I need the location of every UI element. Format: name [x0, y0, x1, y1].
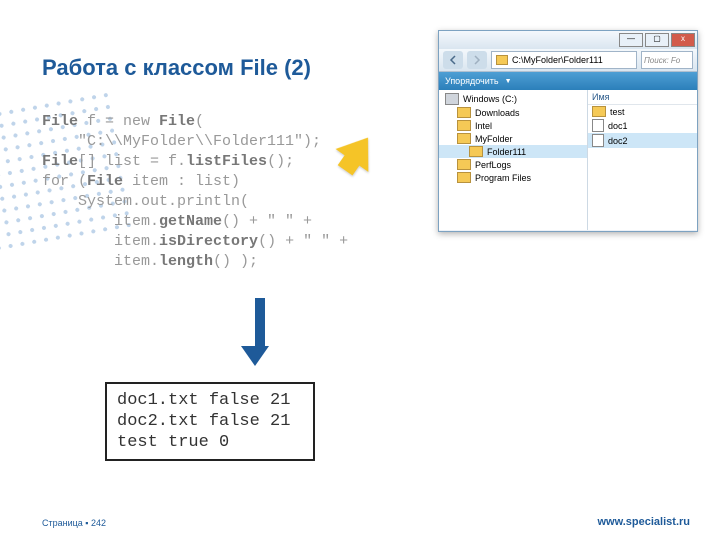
- back-arrow-icon: [448, 55, 458, 65]
- folder-icon: [457, 172, 471, 183]
- tree-item-label: MyFolder: [475, 134, 513, 144]
- code-line: File f = new File(: [42, 112, 348, 132]
- chevron-down-icon: ▼: [505, 78, 512, 85]
- tree-item-label: Downloads: [475, 108, 520, 118]
- code-line: "C:\\MyFolder\\Folder111");: [42, 132, 348, 152]
- address-bar: C:\MyFolder\Folder111 Поиск: Fo: [439, 49, 697, 72]
- folder-tree: Windows (C:) Downloads Intel MyFolder Folder…: [439, 90, 588, 230]
- file-item-label: doc1: [608, 121, 628, 131]
- forward-arrow-icon: [472, 55, 482, 65]
- down-arrow-icon: [250, 298, 269, 366]
- organize-menu[interactable]: Упорядочить: [445, 76, 499, 86]
- file-icon: [592, 119, 604, 132]
- column-header[interactable]: Имя: [588, 90, 697, 105]
- back-button[interactable]: [443, 51, 463, 69]
- site-url: www.specialist.ru: [597, 516, 690, 528]
- maximize-button[interactable]: ▢: [645, 33, 669, 47]
- file-item[interactable]: doc2: [588, 133, 697, 148]
- tree-item[interactable]: PerfLogs: [439, 158, 587, 171]
- tree-item[interactable]: Downloads: [439, 106, 587, 119]
- folder-icon: [592, 106, 606, 117]
- titlebar: — ▢ x: [439, 31, 697, 49]
- code-line: item.isDirectory() + " " +: [42, 232, 348, 252]
- page-number: Страница ▪ 242: [42, 518, 106, 528]
- file-icon: [592, 134, 604, 147]
- code-block: File f = new File( "C:\\MyFolder\\Folder…: [42, 112, 348, 272]
- tree-item-label: Program Files: [475, 173, 531, 183]
- folder-icon: [496, 55, 508, 65]
- tree-item-label: Folder111: [487, 147, 526, 157]
- tree-item[interactable]: Windows (C:): [439, 92, 587, 106]
- output-box: doc1.txt false 21 doc2.txt false 21 test…: [105, 382, 315, 461]
- folder-icon: [457, 133, 471, 144]
- folder-icon: [457, 120, 471, 131]
- tree-item[interactable]: Program Files: [439, 171, 587, 184]
- toolbar: Упорядочить ▼: [439, 72, 697, 90]
- minimize-button[interactable]: —: [619, 33, 643, 47]
- tree-item-label: Windows (C:): [463, 94, 517, 104]
- file-item-label: doc2: [608, 136, 628, 146]
- tree-item-label: PerfLogs: [475, 160, 511, 170]
- drive-icon: [445, 93, 459, 105]
- file-list: Имя test doc1 doc2: [588, 90, 697, 230]
- forward-button[interactable]: [467, 51, 487, 69]
- file-item-label: test: [610, 107, 625, 117]
- folder-icon: [457, 107, 471, 118]
- slide-title: Работа с классом File (2): [42, 55, 311, 81]
- code-line: System.out.println(: [42, 192, 348, 212]
- search-field[interactable]: Поиск: Fo: [641, 51, 693, 69]
- tree-item[interactable]: Folder111: [439, 145, 587, 158]
- close-button[interactable]: x: [671, 33, 695, 47]
- code-line: File[] list = f.listFiles();: [42, 152, 348, 172]
- file-item[interactable]: doc1: [588, 118, 697, 133]
- folder-icon: [457, 159, 471, 170]
- code-line: item.length() );: [42, 252, 348, 272]
- folder-icon: [469, 146, 483, 157]
- address-text: C:\MyFolder\Folder111: [512, 55, 603, 65]
- address-field[interactable]: C:\MyFolder\Folder111: [491, 51, 637, 69]
- tree-item-label: Intel: [475, 121, 492, 131]
- code-line: for (File item : list): [42, 172, 348, 192]
- tree-item[interactable]: MyFolder: [439, 132, 587, 145]
- code-line: item.getName() + " " +: [42, 212, 348, 232]
- explorer-window: — ▢ x C:\MyFolder\Folder111 Поиск: Fo Уп…: [438, 30, 698, 232]
- file-item[interactable]: test: [588, 105, 697, 118]
- tree-item[interactable]: Intel: [439, 119, 587, 132]
